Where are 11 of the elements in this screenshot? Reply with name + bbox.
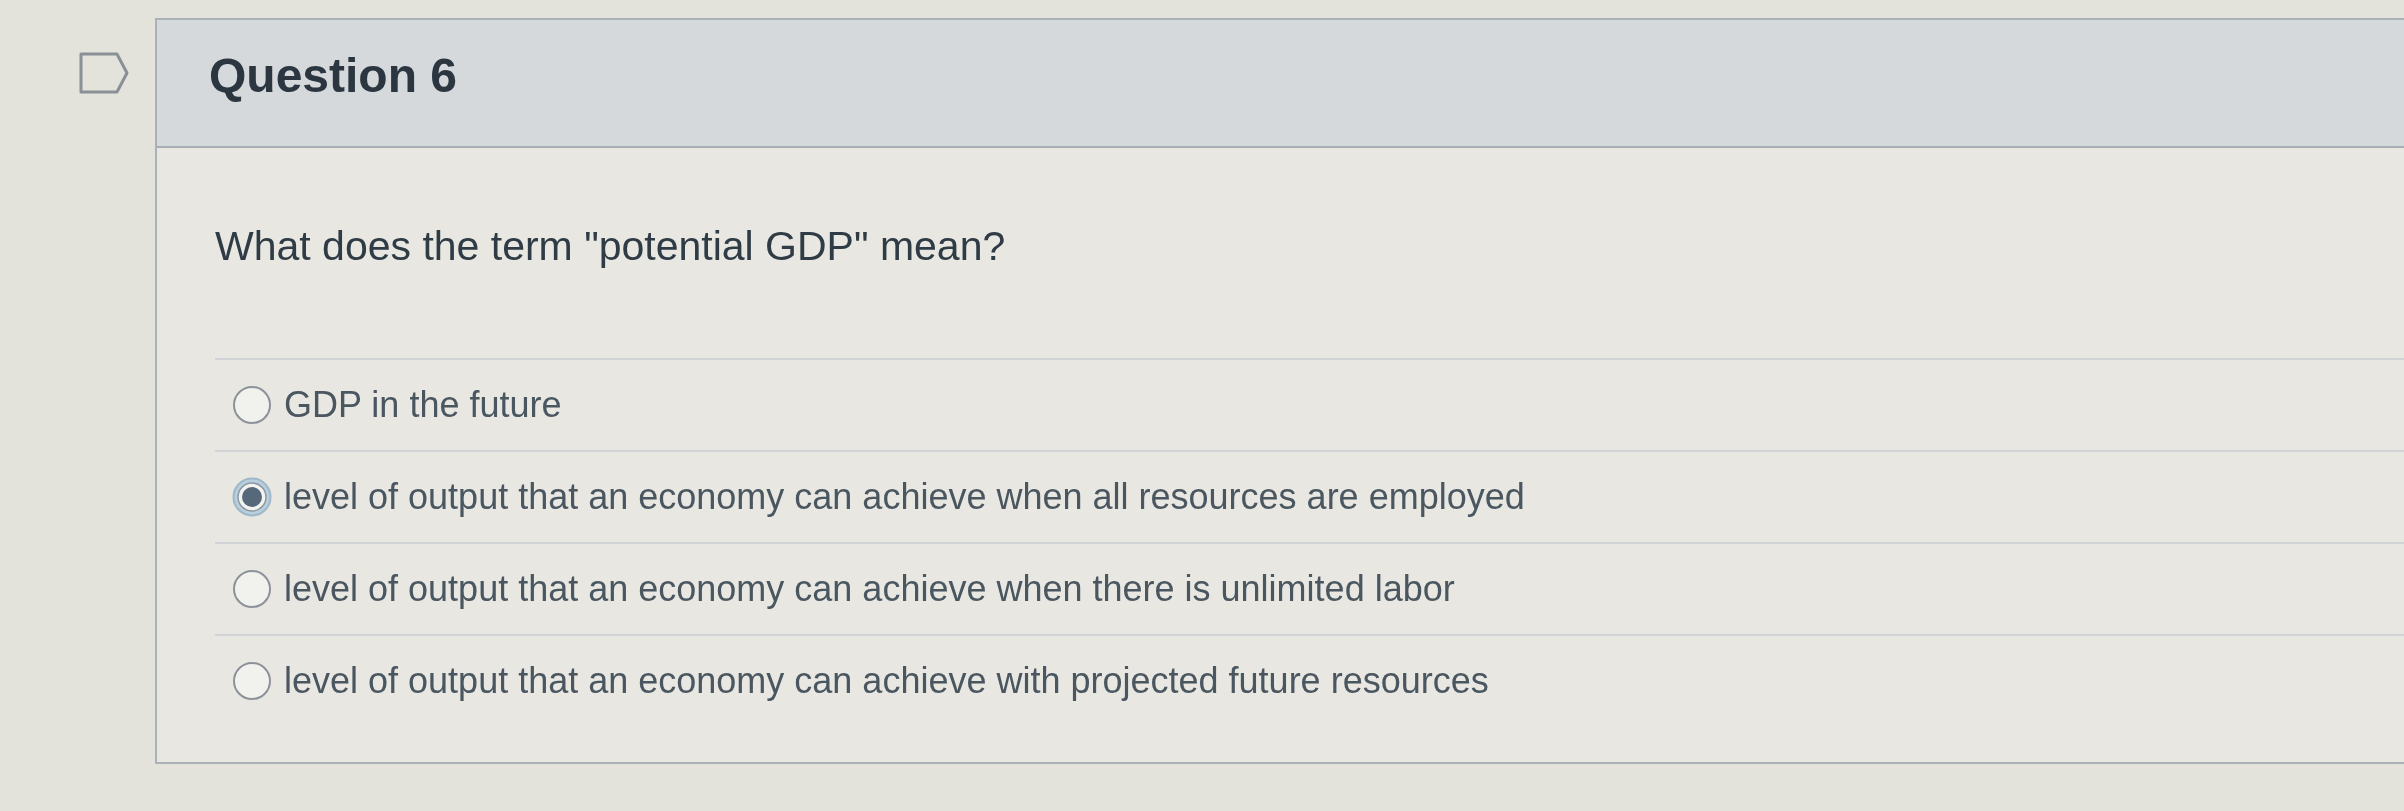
question-title: Question 6 <box>209 48 458 105</box>
answer-label: level of output that an economy can achieve with projected future resources <box>284 660 1489 702</box>
radio-button[interactable] <box>232 569 272 609</box>
radio-button[interactable] <box>232 661 272 701</box>
question-prompt: What does the term "potential GDP" mean? <box>215 222 1006 270</box>
radio-button[interactable] <box>232 477 272 517</box>
radio-button[interactable] <box>232 385 272 425</box>
answer-label: GDP in the future <box>284 384 562 426</box>
flag-icon[interactable] <box>79 52 129 94</box>
answer-label: level of output that an economy can achieve when all resources are employed <box>284 476 1525 518</box>
answer-label: level of output that an economy can achieve when there is unlimited labor <box>284 568 1455 610</box>
